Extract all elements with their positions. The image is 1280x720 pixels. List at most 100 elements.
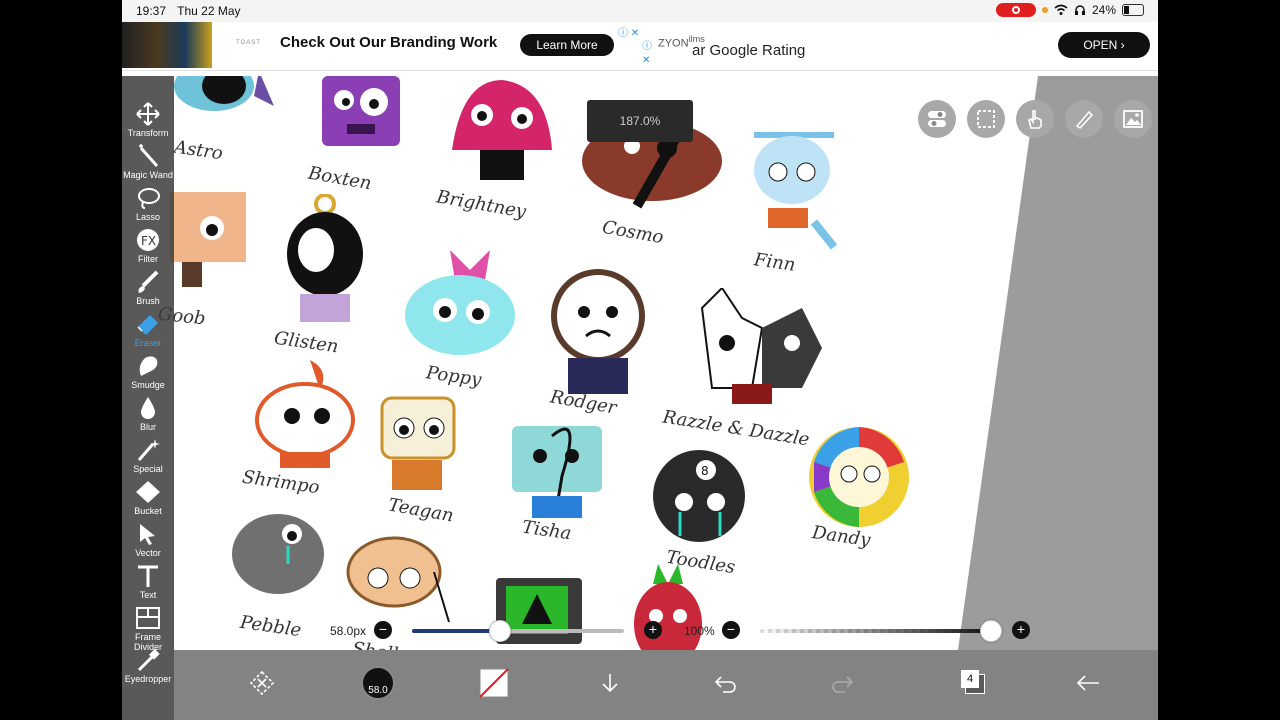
ad-title[interactable]: Check Out Our Branding Work xyxy=(280,34,497,51)
brush-size-minus-button[interactable]: − xyxy=(374,621,392,639)
screen-record-icon[interactable] xyxy=(995,3,1036,17)
color-swatch-button[interactable] xyxy=(474,660,514,706)
tool-bucket[interactable]: Bucket xyxy=(122,476,174,518)
brush-size-knob[interactable] xyxy=(488,620,511,642)
bucket-icon xyxy=(136,481,160,503)
label-finn: Finn xyxy=(752,249,797,276)
app-screen: 19:37 Thu 22 May 24% TOAST Check Out Our… xyxy=(122,0,1158,720)
wifi-icon xyxy=(1054,4,1068,15)
label-glisten: Glisten xyxy=(272,327,340,358)
brush-preview-circle: 58.0 xyxy=(361,666,395,700)
character-tisha xyxy=(512,426,602,518)
character-pebble xyxy=(232,514,324,594)
label-brightney: Brightney xyxy=(434,186,528,223)
magic-wand-icon xyxy=(139,144,159,167)
ad-right[interactable]: ⓘ ✕ ZYONilms ar Google Rating OPEN › xyxy=(640,22,1158,70)
clock: 19:37 xyxy=(136,4,167,18)
dashed-rect-icon xyxy=(977,110,995,128)
back-button[interactable] xyxy=(1068,660,1108,706)
image-button[interactable] xyxy=(1114,100,1152,138)
brush-size-label: 58.0px xyxy=(330,624,367,638)
ad-info-icon[interactable]: ⓘ ✕ xyxy=(642,40,652,68)
redo-button[interactable] xyxy=(822,660,862,706)
drop-icon xyxy=(141,397,155,419)
tool-filter[interactable]: FX Filter xyxy=(122,224,174,266)
character-glisten xyxy=(287,194,363,322)
canvas-margin-shade xyxy=(958,76,1158,650)
character-brightney xyxy=(452,80,552,180)
vector-arrow-icon xyxy=(140,524,155,545)
tool-special[interactable]: Special xyxy=(122,434,174,476)
arrow-left-icon xyxy=(1076,675,1099,691)
label-shrimpo: Shrimpo xyxy=(240,466,321,499)
bottom-toolbar: 58.0 4 xyxy=(174,650,1158,720)
zoom-level-badge: 187.0% xyxy=(587,100,693,142)
battery-icon xyxy=(1122,4,1144,16)
fx-icon: FX xyxy=(137,229,159,251)
lasso-icon xyxy=(138,188,160,209)
character-toodles: 8 xyxy=(653,450,745,542)
opacity-minus-button[interactable]: − xyxy=(722,621,740,639)
ad-banner: TOAST Check Out Our Branding Work Learn … xyxy=(122,22,1158,71)
opacity-knob[interactable] xyxy=(980,620,1002,642)
arrow-down-icon xyxy=(602,674,618,693)
headphones-icon xyxy=(1074,5,1085,15)
ad-info-icon[interactable]: ⓘ ✕ xyxy=(618,24,639,39)
character-dandy xyxy=(809,427,909,527)
tool-eyedropper[interactable]: Eyedropper xyxy=(122,644,174,686)
opacity-track[interactable] xyxy=(760,629,990,633)
character-razzle-dazzle xyxy=(700,288,822,404)
toggle-settings-button[interactable] xyxy=(918,100,956,138)
hand-icon xyxy=(1028,110,1042,129)
ad-thumbnail[interactable] xyxy=(122,22,212,68)
character-teagan xyxy=(380,396,456,490)
tool-text[interactable]: Text xyxy=(122,560,174,602)
brush-size-fill xyxy=(412,629,499,633)
ad-left[interactable]: TOAST Check Out Our Branding Work Learn … xyxy=(122,22,640,70)
brush-size-preview-button[interactable]: 58.0 xyxy=(358,660,398,706)
ad-brand: TOAST xyxy=(236,40,261,46)
tool-eraser[interactable]: Eraser xyxy=(122,308,174,350)
opacity-plus-button[interactable]: + xyxy=(1012,621,1030,639)
date: Thu 22 May xyxy=(177,4,241,18)
brush-sliders: 58.0px − + 100% − + xyxy=(122,620,1158,642)
character-astro xyxy=(174,76,274,111)
brush-icon xyxy=(138,270,159,293)
sparkle-icon xyxy=(137,439,160,461)
tool-transform[interactable]: Transform xyxy=(122,98,174,140)
undo-button[interactable] xyxy=(706,660,746,706)
svg-text:8: 8 xyxy=(701,464,709,478)
eyedropper-icon xyxy=(137,649,160,672)
ruler-button[interactable] xyxy=(1065,100,1103,138)
character-rodger xyxy=(551,269,645,394)
tool-brush[interactable]: Brush xyxy=(122,266,174,308)
toggle-icon xyxy=(928,111,946,127)
label-teagan: Teagan xyxy=(386,494,456,527)
eraser-icon xyxy=(137,315,158,335)
mic-dot-icon xyxy=(1041,7,1048,13)
hand-tool-button[interactable] xyxy=(1016,100,1054,138)
tool-smudge[interactable]: Smudge xyxy=(122,350,174,392)
selection-button[interactable] xyxy=(967,100,1005,138)
download-button[interactable] xyxy=(590,660,630,706)
brush-size-plus-button[interactable]: + xyxy=(644,621,662,639)
open-button[interactable]: OPEN › xyxy=(1058,32,1150,58)
character-shelly xyxy=(346,536,450,623)
learn-more-button[interactable]: Learn More xyxy=(520,34,614,56)
tool-vector[interactable]: Vector xyxy=(122,518,174,560)
layers-button[interactable]: 4 xyxy=(954,660,994,706)
no-color-swatch-icon xyxy=(479,668,509,698)
tool-blur[interactable]: Blur xyxy=(122,392,174,434)
tool-lasso[interactable]: Lasso xyxy=(122,182,174,224)
ad-title[interactable]: ar Google Rating xyxy=(692,42,805,59)
brush-size-track[interactable] xyxy=(412,629,624,633)
label-astro: Astro xyxy=(172,136,225,165)
svg-text:FX: FX xyxy=(141,234,156,248)
drawing-canvas[interactable]: Astro Boxten Brightney Cosmo Finn Goob G… xyxy=(122,76,1158,650)
layers-icon: 4 xyxy=(961,670,987,696)
label-cosmo: Cosmo xyxy=(600,216,666,249)
rotate-arrows-icon xyxy=(249,670,275,696)
tool-magic-wand[interactable]: Magic Wand xyxy=(122,140,174,182)
image-icon xyxy=(1123,110,1143,128)
transform-rotate-button[interactable] xyxy=(242,660,282,706)
